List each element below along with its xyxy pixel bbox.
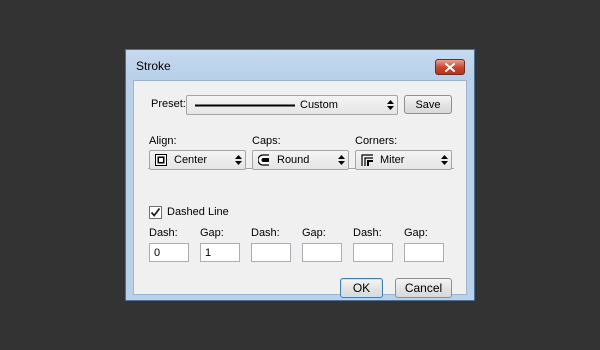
ok-button[interactable]: OK	[340, 278, 383, 298]
save-preset-button[interactable]: Save	[404, 95, 452, 114]
stroke-dialog: Stroke Preset: Custom Save Align: Caps: …	[125, 49, 475, 301]
spinner-arrows-icon	[387, 100, 394, 110]
dashed-line-label: Dashed Line	[167, 206, 229, 218]
gap-input-3[interactable]	[404, 243, 444, 262]
stroke-preview-icon	[195, 104, 295, 107]
dialog-title: Stroke	[136, 59, 171, 73]
dashed-line-checkbox[interactable]	[149, 206, 162, 219]
dash-label-2: Dash:	[251, 227, 280, 239]
dash-label-1: Dash:	[149, 227, 178, 239]
align-center-icon	[155, 154, 167, 166]
preset-value: Custom	[300, 99, 338, 111]
gap-label-2: Gap:	[302, 227, 326, 239]
dialog-content: Preset: Custom Save Align: Caps: Corners…	[133, 80, 467, 298]
gap-input-2[interactable]	[302, 243, 342, 262]
caps-label: Caps:	[252, 135, 281, 147]
corners-value: Miter	[380, 154, 405, 166]
checkmark-icon	[150, 207, 161, 217]
preset-select[interactable]: Custom	[186, 95, 398, 115]
align-select[interactable]: Center	[149, 150, 246, 170]
align-label: Align:	[149, 135, 177, 147]
close-x-icon	[445, 62, 455, 72]
caps-select[interactable]: Round	[252, 150, 349, 170]
corners-select[interactable]: Miter	[355, 150, 452, 170]
dash-input-1[interactable]: 0	[149, 243, 189, 262]
corners-label: Corners:	[355, 135, 398, 147]
spinner-arrows-icon	[441, 155, 448, 165]
dash-label-3: Dash:	[353, 227, 382, 239]
align-value: Center	[174, 154, 208, 166]
dash-input-2[interactable]	[251, 243, 291, 262]
dash-input-3[interactable]	[353, 243, 393, 262]
spinner-arrows-icon	[235, 155, 242, 165]
gap-label-3: Gap:	[404, 227, 428, 239]
cancel-button[interactable]: Cancel	[395, 278, 452, 298]
gap-label-1: Gap:	[200, 227, 224, 239]
close-button[interactable]	[435, 59, 465, 75]
round-cap-icon	[258, 154, 269, 166]
preset-label: Preset:	[151, 98, 186, 110]
caps-value: Round	[277, 154, 310, 166]
gap-input-1[interactable]: 1	[200, 243, 240, 262]
spinner-arrows-icon	[338, 155, 345, 165]
title-bar[interactable]: Stroke	[126, 50, 474, 80]
miter-corner-icon	[361, 154, 373, 166]
